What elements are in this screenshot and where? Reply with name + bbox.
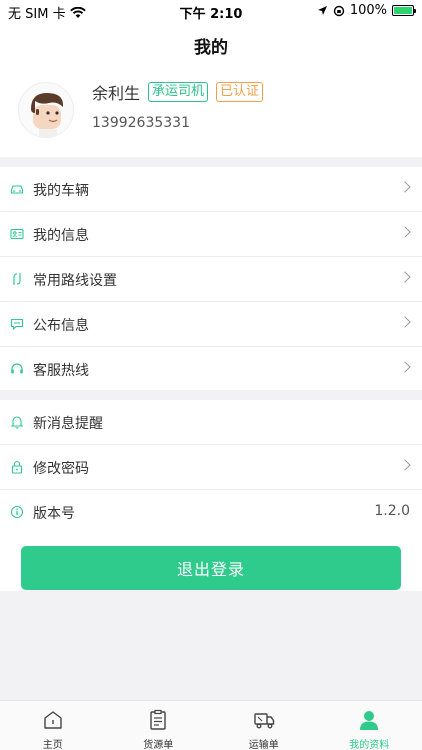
truck-icon [254, 713, 274, 729]
profile-card[interactable]: 余利生 承运司机 已认证 13992635331 [0, 66, 422, 157]
menu-label: 新消息提醒 [33, 416, 103, 432]
logout-area: 退出登录 [0, 535, 422, 591]
chevron-right-icon [399, 316, 411, 328]
menu-label: 常用路线设置 [33, 273, 117, 289]
profile-name: 余利生 [92, 84, 141, 103]
menu-label: 公布信息 [33, 318, 89, 334]
menu-label: 客服热线 [33, 363, 89, 379]
page-title: 我的 [194, 38, 228, 58]
menu-label: 修改密码 [33, 461, 89, 477]
profile-name-row: 余利生 承运司机 已认证 [92, 80, 264, 104]
tab-cargo-orders[interactable]: 货源单 [106, 701, 212, 750]
tab-label: 运输单 [248, 740, 279, 750]
profile-phone: 13992635331 [92, 115, 190, 131]
route-icon [13, 273, 21, 285]
logout-button[interactable]: 退出登录 [21, 546, 401, 590]
status-bar: 无 SIM 卡 下午 2:10 100% [0, 0, 422, 22]
battery-icon [392, 5, 416, 16]
menu-group-account: 我的车辆 我的信息 常用路线设置 公布信息 客服热线 [0, 167, 422, 390]
chevron-right-icon [399, 226, 411, 238]
avatar[interactable] [18, 82, 74, 138]
lock-icon [11, 460, 23, 474]
nav-bar: 我的 [0, 22, 422, 66]
orientation-lock-icon [333, 5, 345, 16]
chevron-right-icon [399, 459, 411, 471]
location-arrow-icon [317, 6, 327, 15]
menu-label: 版本号 [33, 506, 75, 522]
user-icon [360, 711, 379, 730]
menu-item-version: 版本号 1.2.0 [0, 490, 422, 535]
car-icon [10, 185, 24, 194]
role-badge: 承运司机 [148, 82, 209, 102]
menu-item-route-settings[interactable]: 常用路线设置 [0, 257, 422, 302]
tab-my-profile[interactable]: 我的资料 [317, 701, 422, 750]
menu-item-my-info[interactable]: 我的信息 [0, 212, 422, 257]
verified-badge: 已认证 [216, 82, 264, 102]
battery-percent: 100% [349, 3, 387, 18]
version-value: 1.2.0 [374, 503, 410, 519]
menu-item-my-vehicles[interactable]: 我的车辆 [0, 167, 422, 212]
tab-transport-orders[interactable]: 运输单 [211, 701, 317, 750]
menu-label: 我的车辆 [33, 183, 89, 199]
message-icon [10, 318, 24, 331]
headset-icon [11, 363, 23, 374]
menu-group-settings: 新消息提醒 修改密码 版本号 1.2.0 [0, 400, 422, 535]
menu-item-service-hotline[interactable]: 客服热线 [0, 347, 422, 392]
avatar-illustration-icon [31, 93, 63, 137]
chevron-right-icon [399, 181, 411, 193]
tab-label: 主页 [42, 740, 63, 750]
chevron-right-icon [399, 271, 411, 283]
menu-item-publish-info[interactable]: 公布信息 [0, 302, 422, 347]
info-icon [10, 505, 24, 519]
tab-bar: 主页 货源单 运输单 我的资料 [0, 700, 422, 750]
battery-fill [394, 7, 412, 14]
tab-label: 货源单 [143, 740, 174, 750]
menu-item-new-message-alert[interactable]: 新消息提醒 [0, 400, 422, 445]
chevron-right-icon [399, 361, 411, 373]
bell-icon [10, 416, 24, 429]
tab-home[interactable]: 主页 [0, 701, 106, 750]
menu-item-change-password[interactable]: 修改密码 [0, 445, 422, 490]
status-right: 100% [317, 3, 416, 18]
id-card-icon [10, 228, 24, 240]
menu-label: 我的信息 [33, 228, 89, 244]
document-icon [150, 709, 166, 730]
tab-label: 我的资料 [349, 740, 390, 750]
home-icon [44, 711, 62, 729]
